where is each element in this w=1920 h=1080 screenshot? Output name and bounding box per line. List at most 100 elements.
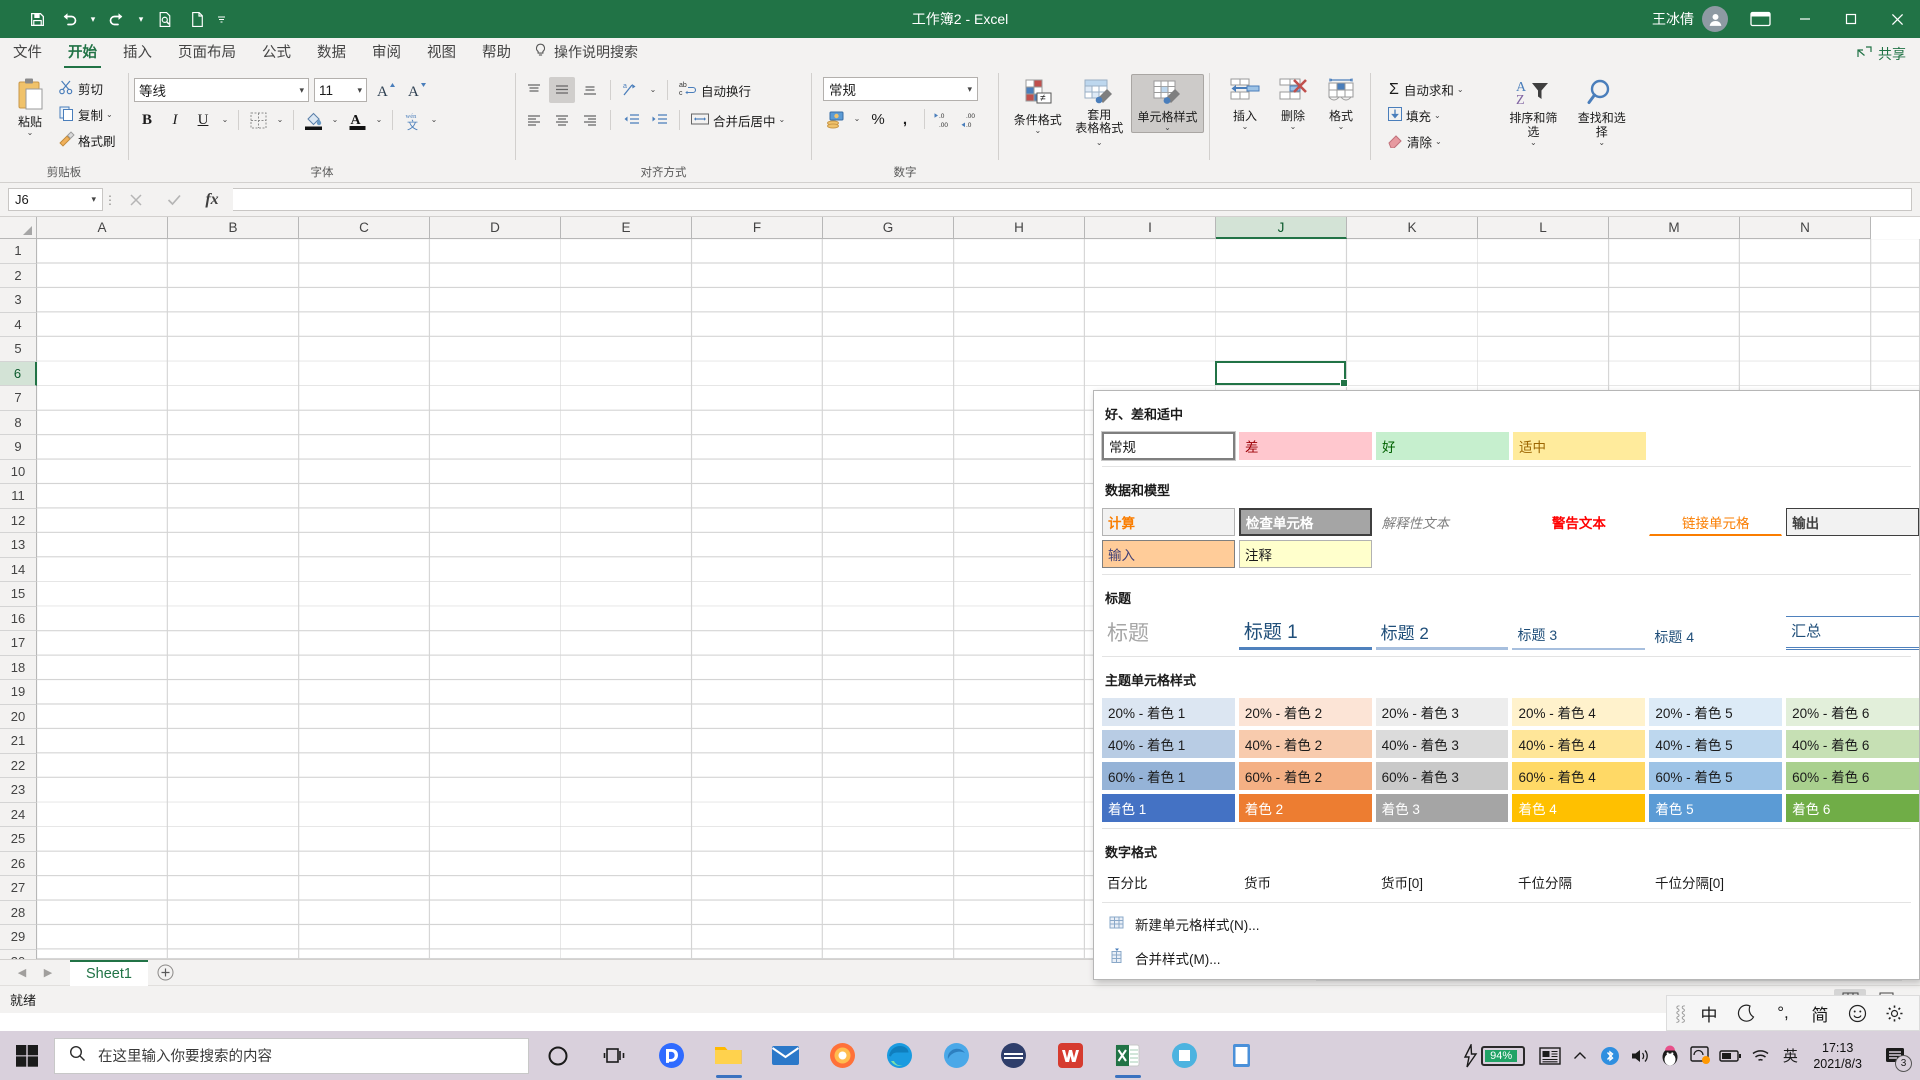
style-20-accent-5[interactable]: 20% - 着色 5 bbox=[1649, 698, 1783, 726]
select-all-corner[interactable] bbox=[0, 217, 37, 239]
decrease-decimal-icon[interactable]: .00.0 bbox=[958, 106, 984, 132]
edge-icon[interactable] bbox=[871, 1031, 928, 1080]
style-20-accent-6[interactable]: 20% - 着色 6 bbox=[1786, 698, 1919, 726]
minimize-button[interactable] bbox=[1782, 0, 1828, 38]
column-header-H[interactable]: H bbox=[954, 217, 1085, 239]
tab-view[interactable]: 视图 bbox=[414, 40, 469, 68]
clear-dropdown-icon[interactable]: ⌄ bbox=[1435, 137, 1442, 146]
row-header-1[interactable]: 1 bbox=[0, 239, 37, 264]
increase-indent-icon[interactable] bbox=[646, 107, 672, 133]
style-check-cell[interactable]: 检查单元格 bbox=[1238, 508, 1372, 536]
style-60-accent-6[interactable]: 60% - 着色 6 bbox=[1786, 762, 1919, 790]
comma-style-button[interactable]: , bbox=[892, 106, 918, 132]
style-40-accent-3[interactable]: 40% - 着色 3 bbox=[1375, 730, 1509, 758]
style-accent-6[interactable]: 着色 6 bbox=[1786, 794, 1919, 822]
ime-chinese-mode[interactable]: 中 bbox=[1692, 998, 1726, 1028]
excel-icon[interactable] bbox=[1099, 1031, 1156, 1080]
notification-center-button[interactable]: 3 bbox=[1874, 1031, 1916, 1080]
merge-styles-item[interactable]: 合并样式(M)... bbox=[1094, 941, 1919, 975]
column-header-J[interactable]: J bbox=[1216, 217, 1347, 239]
orientation-dropdown-icon[interactable]: ⌄ bbox=[646, 77, 660, 103]
find-select-button[interactable]: 查找和选择 ⌄ bbox=[1568, 74, 1636, 147]
number-format-dropdown-icon[interactable]: ▾ bbox=[967, 84, 972, 95]
align-middle-icon[interactable] bbox=[549, 77, 575, 103]
mail-icon[interactable] bbox=[757, 1031, 814, 1080]
style-output[interactable]: 输出 bbox=[1786, 508, 1919, 536]
new-cell-style-item[interactable]: 新建单元格样式(N)... bbox=[1094, 907, 1919, 941]
font-size-input[interactable]: 11 ▾ bbox=[314, 78, 367, 102]
tab-review[interactable]: 审阅 bbox=[359, 40, 414, 68]
cancel-icon[interactable] bbox=[117, 186, 155, 214]
style-neutral[interactable]: 适中 bbox=[1513, 432, 1646, 460]
row-header-4[interactable]: 4 bbox=[0, 312, 37, 337]
row-header-27[interactable]: 27 bbox=[0, 876, 37, 901]
style-comma[interactable]: 千位分隔 bbox=[1513, 870, 1646, 894]
battery-status[interactable]: 94% bbox=[1452, 1043, 1535, 1068]
bluetooth-icon[interactable] bbox=[1595, 1031, 1625, 1080]
fill-dropdown-icon[interactable]: ⌄ bbox=[1434, 111, 1441, 120]
style-currency-0[interactable]: 货币[0] bbox=[1376, 870, 1509, 894]
conditional-formatting-button[interactable]: ≠ 条件格式 ⌄ bbox=[1008, 74, 1068, 135]
style-heading-1[interactable]: 标题 1 bbox=[1238, 616, 1372, 650]
wifi-icon[interactable] bbox=[1745, 1031, 1775, 1080]
tab-formulas[interactable]: 公式 bbox=[249, 40, 304, 68]
font-size-dropdown-icon[interactable]: ▾ bbox=[357, 85, 362, 96]
formula-bar-grip[interactable]: ⋮ bbox=[103, 193, 117, 207]
style-good[interactable]: 好 bbox=[1376, 432, 1509, 460]
name-box-dropdown-icon[interactable]: ▾ bbox=[91, 194, 96, 205]
row-header-22[interactable]: 22 bbox=[0, 753, 37, 778]
chevron-up-icon[interactable] bbox=[1565, 1031, 1595, 1080]
enter-icon[interactable] bbox=[155, 186, 193, 214]
italic-button[interactable]: I bbox=[162, 107, 188, 133]
row-header-29[interactable]: 29 bbox=[0, 925, 37, 950]
number-format-select[interactable]: 常规 ▾ bbox=[823, 77, 978, 101]
orientation-icon[interactable]: a bbox=[618, 77, 644, 103]
font-color-dropdown-icon[interactable]: ⌄ bbox=[372, 107, 386, 133]
align-right-icon[interactable] bbox=[577, 107, 603, 133]
row-header-7[interactable]: 7 bbox=[0, 386, 37, 411]
row-header-9[interactable]: 9 bbox=[0, 435, 37, 460]
phonetic-dropdown-icon[interactable]: ⌄ bbox=[427, 107, 441, 133]
format-as-table-dropdown-icon[interactable]: ⌄ bbox=[1096, 138, 1103, 147]
style-accent-3[interactable]: 着色 3 bbox=[1375, 794, 1509, 822]
tab-help[interactable]: 帮助 bbox=[469, 40, 524, 68]
row-header-21[interactable]: 21 bbox=[0, 729, 37, 754]
column-header-A[interactable]: A bbox=[37, 217, 168, 239]
tab-home[interactable]: 开始 bbox=[55, 40, 110, 69]
column-header-L[interactable]: L bbox=[1478, 217, 1609, 239]
bold-button[interactable]: B bbox=[134, 107, 160, 133]
delete-dropdown-icon[interactable]: ⌄ bbox=[1290, 123, 1297, 131]
column-header-C[interactable]: C bbox=[299, 217, 430, 239]
share-button[interactable]: 共享 bbox=[1857, 44, 1906, 68]
tab-file[interactable]: 文件 bbox=[0, 40, 55, 68]
style-60-accent-1[interactable]: 60% - 着色 1 bbox=[1102, 762, 1235, 790]
fill-button[interactable]: 填充 ⌄ bbox=[1384, 103, 1499, 128]
style-accent-1[interactable]: 着色 1 bbox=[1102, 794, 1235, 822]
merge-center-button[interactable]: 合并后居中 ⌄ bbox=[687, 108, 788, 133]
tab-insert[interactable]: 插入 bbox=[110, 40, 165, 68]
cell-styles-button[interactable]: 单元格样式 ⌄ bbox=[1130, 74, 1204, 133]
copy-dropdown-icon[interactable]: ⌄ bbox=[106, 110, 113, 119]
row-header-10[interactable]: 10 bbox=[0, 459, 37, 484]
sort-filter-button[interactable]: AZ 排序和筛选 ⌄ bbox=[1499, 74, 1567, 147]
column-header-E[interactable]: E bbox=[561, 217, 692, 239]
align-bottom-icon[interactable] bbox=[577, 77, 603, 103]
sort-filter-dropdown-icon[interactable]: ⌄ bbox=[1530, 139, 1537, 147]
decrease-indent-icon[interactable] bbox=[618, 107, 644, 133]
tab-page-layout[interactable]: 页面布局 bbox=[165, 40, 249, 68]
paste-button[interactable]: 粘贴 ⌄ bbox=[5, 74, 55, 137]
copy-button[interactable]: 复制 ⌄ bbox=[55, 102, 119, 127]
row-header-26[interactable]: 26 bbox=[0, 851, 37, 876]
insert-dropdown-icon[interactable]: ⌄ bbox=[1242, 123, 1249, 131]
phonetic-guide-icon[interactable]: wén 文 bbox=[399, 107, 425, 133]
cell-styles-dropdown-icon[interactable]: ⌄ bbox=[1164, 124, 1171, 132]
style-warning-text[interactable]: 警告文本 bbox=[1512, 508, 1645, 536]
browser-icon[interactable] bbox=[928, 1031, 985, 1080]
file-explorer-icon[interactable] bbox=[700, 1031, 757, 1080]
row-header-12[interactable]: 12 bbox=[0, 508, 37, 533]
style-normal[interactable]: 常规 bbox=[1101, 431, 1236, 461]
row-header-3[interactable]: 3 bbox=[0, 288, 37, 313]
new-file-icon[interactable] bbox=[182, 5, 212, 33]
style-60-accent-2[interactable]: 60% - 着色 2 bbox=[1238, 762, 1372, 790]
underline-dropdown-icon[interactable]: ⌄ bbox=[218, 107, 232, 133]
